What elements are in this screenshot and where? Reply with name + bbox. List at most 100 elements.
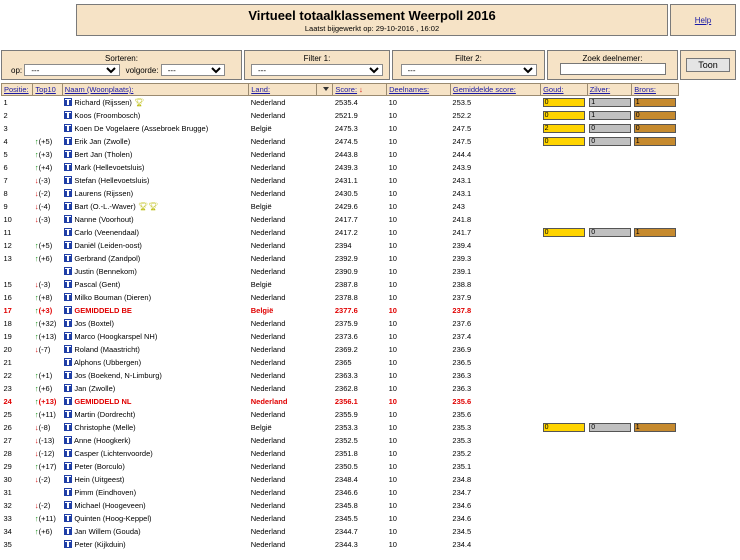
filter-icon[interactable] <box>316 83 334 96</box>
col-top10[interactable]: Top10 <box>32 83 63 96</box>
table-row: 28 ↓(-12) Casper (Lichtenvoorde) Nederlan… <box>2 447 679 460</box>
cell-positie: 1 <box>3 98 8 107</box>
col-deelnames[interactable]: Deelnames: <box>386 83 451 96</box>
cell-naam[interactable]: Christophe (Melle) <box>62 421 248 434</box>
help-link[interactable]: Help <box>695 16 711 25</box>
toon-button[interactable]: Toon <box>686 58 730 72</box>
sort-op-select[interactable]: --- <box>24 64 121 76</box>
cell-naam[interactable]: Quinten (Hoog-Keppel) <box>62 512 248 525</box>
cell-naam[interactable]: GEMIDDELD BE <box>62 304 248 317</box>
search-input[interactable] <box>559 63 666 75</box>
cell-naam[interactable]: Michael (Hoogeveen) <box>62 499 248 512</box>
profile-icon[interactable] <box>64 371 73 379</box>
profile-icon[interactable] <box>64 345 73 353</box>
sort-order-select[interactable]: --- <box>160 64 225 76</box>
col-score[interactable]: Score: ↓ <box>332 83 388 96</box>
profile-icon[interactable] <box>64 501 73 509</box>
profile-icon[interactable] <box>64 150 73 158</box>
cell-naam[interactable]: Martin (Dordrecht) <box>62 408 248 421</box>
cell-naam[interactable]: Jos (Boekend, N-Limburg) <box>62 369 248 382</box>
col-positie[interactable]: Positie: <box>0 83 34 96</box>
col-naam[interactable]: Naam (Woonplaats): <box>61 83 250 96</box>
profile-icon[interactable] <box>64 176 73 184</box>
cell-naam[interactable]: Roland (Maastricht) <box>62 343 248 356</box>
profile-icon[interactable] <box>64 215 73 223</box>
profile-icon[interactable] <box>64 202 73 210</box>
cell-gemiddelde: 236.3 <box>452 384 472 393</box>
profile-icon[interactable] <box>64 514 73 522</box>
cell-deelnames: 10 <box>388 228 397 237</box>
col-brons[interactable]: Brons: <box>631 83 679 96</box>
profile-icon[interactable] <box>64 436 73 444</box>
cell-gemiddelde: 247.5 <box>452 137 472 146</box>
profile-icon[interactable] <box>64 488 73 496</box>
cell-naam[interactable]: GEMIDDELD NL <box>62 395 248 408</box>
cell-naam[interactable]: Bart (O.-L.-Waver) 🏆︎🏆︎ <box>62 200 248 213</box>
profile-icon[interactable] <box>64 384 73 392</box>
profile-icon[interactable] <box>64 254 73 262</box>
col-goud[interactable]: Goud: <box>540 83 588 96</box>
profile-icon[interactable] <box>64 267 73 275</box>
cell-naam[interactable]: Gerbrand (Zandpol) <box>62 252 248 265</box>
cell-naam[interactable]: Pascal (Gent) <box>62 278 248 291</box>
profile-icon[interactable] <box>64 189 73 197</box>
col-gemiddelde[interactable]: Gemiddelde score: <box>449 83 542 96</box>
cell-naam[interactable]: Peter (Borculo) <box>62 460 248 473</box>
profile-icon[interactable] <box>64 293 73 301</box>
profile-icon[interactable] <box>64 332 73 340</box>
cell-naam[interactable]: Laurens (Rijssen) <box>62 187 248 200</box>
cell-naam[interactable]: Marco (Hoogkarspel NH) <box>62 330 248 343</box>
profile-icon[interactable] <box>64 137 73 145</box>
col-zilver[interactable]: Zilver: <box>586 83 633 96</box>
bronze-count: 1 <box>633 228 676 238</box>
cell-land: Nederland <box>250 319 286 328</box>
profile-icon[interactable] <box>64 475 73 483</box>
filter1-select[interactable]: --- <box>251 64 383 76</box>
cell-naam[interactable]: Carlo (Veenendaal) <box>62 226 248 239</box>
profile-icon[interactable] <box>64 228 73 236</box>
cell-naam[interactable]: Koen De Vogelaere (Assebroek Brugge) <box>62 122 248 135</box>
cell-score: 2474.5 <box>334 137 358 146</box>
cell-naam[interactable]: Pimm (Eindhoven) <box>62 486 248 499</box>
profile-icon[interactable] <box>64 358 73 366</box>
cell-naam[interactable]: Mark (Hellevoetsluis) <box>62 161 248 174</box>
cell-deelnames: 10 <box>388 514 397 523</box>
cell-change: ↓(-3) <box>33 174 62 187</box>
profile-icon[interactable] <box>64 527 73 535</box>
profile-icon[interactable] <box>64 319 73 327</box>
cell-naam[interactable]: Koos (Froombosch) <box>62 109 248 122</box>
cell-naam[interactable]: Justin (Bennekom) <box>62 265 248 278</box>
cell-naam[interactable]: Stefan (Hellevoetsluis) <box>62 174 248 187</box>
cell-naam[interactable]: Erik Jan (Zwolle) <box>62 135 248 148</box>
profile-icon[interactable] <box>64 241 73 249</box>
cell-brons <box>632 200 679 213</box>
cell-naam[interactable]: Jos (Boxtel) <box>62 317 248 330</box>
cell-naam[interactable]: Bert Jan (Tholen) <box>62 148 248 161</box>
cell-naam[interactable]: Jan Willem (Gouda) <box>62 525 248 538</box>
profile-icon[interactable] <box>64 163 73 171</box>
filter2-select[interactable]: --- <box>400 64 537 76</box>
profile-icon[interactable] <box>64 306 73 314</box>
cell-naam[interactable]: Richard (Rijssen) 🏆︎ <box>62 96 248 110</box>
profile-icon[interactable] <box>64 423 73 431</box>
profile-icon[interactable] <box>64 124 73 132</box>
cell-naam[interactable]: Milko Bouman (Dieren) <box>62 291 248 304</box>
cell-naam[interactable]: Jan (Zwolle) <box>62 382 248 395</box>
col-land[interactable]: Land: <box>248 83 318 96</box>
profile-icon[interactable] <box>64 98 73 106</box>
profile-icon[interactable] <box>64 280 73 288</box>
profile-icon[interactable] <box>64 462 73 470</box>
profile-icon[interactable] <box>64 111 73 119</box>
profile-icon[interactable] <box>64 449 73 457</box>
cell-naam[interactable]: Casper (Lichtenvoorde) <box>62 447 248 460</box>
cell-naam[interactable]: Anne (Hoogkerk) <box>62 434 248 447</box>
profile-icon[interactable] <box>64 410 73 418</box>
cell-naam[interactable]: Daniël (Leiden-oost) <box>62 239 248 252</box>
profile-icon[interactable] <box>64 397 73 405</box>
profile-icon[interactable] <box>64 540 73 548</box>
change-text: (+6) <box>38 384 53 393</box>
cell-naam[interactable]: Hein (Uitgeest) <box>62 473 248 486</box>
cell-naam[interactable]: Peter (Kijkduin) <box>62 538 248 551</box>
cell-naam[interactable]: Nanne (Voorhout) <box>62 213 248 226</box>
cell-naam[interactable]: Alphons (Ubbergen) <box>62 356 248 369</box>
